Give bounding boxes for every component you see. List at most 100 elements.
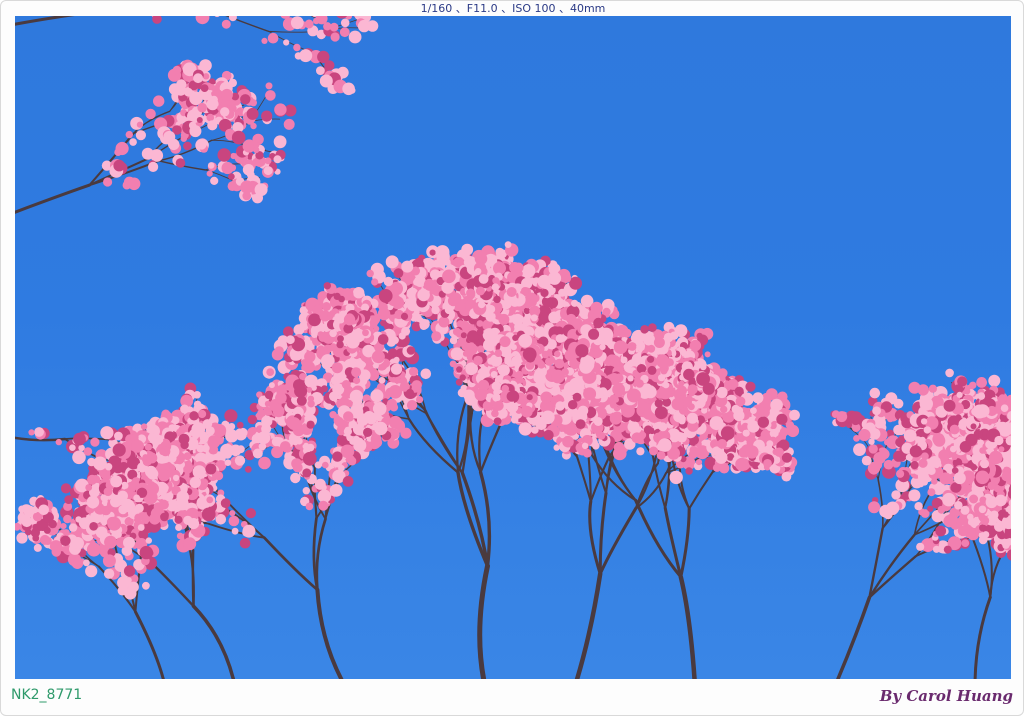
blossom (419, 322, 428, 330)
blossom (406, 400, 418, 411)
blossom (476, 328, 484, 336)
blossom (304, 351, 316, 363)
blossom (409, 367, 419, 377)
branch (262, 536, 319, 592)
blossom (378, 302, 388, 312)
blossom (456, 366, 463, 373)
branch (973, 595, 992, 679)
blossom (669, 470, 683, 485)
blossom (323, 282, 331, 290)
blossom (435, 245, 450, 260)
blossom (438, 316, 450, 328)
branch (315, 587, 344, 679)
branch (679, 507, 691, 579)
blossom (423, 279, 436, 291)
branch (664, 459, 671, 509)
blossom (334, 313, 341, 320)
blossom (491, 283, 500, 292)
blossom (274, 346, 284, 356)
blossom (377, 334, 389, 345)
blossom (416, 396, 424, 404)
blossom (385, 255, 399, 269)
blossom (504, 241, 512, 249)
cherry-blossom-tree-icon (15, 16, 1011, 679)
blossom (558, 288, 567, 297)
blossom (353, 287, 365, 299)
blossom (513, 262, 524, 273)
branch (688, 471, 714, 510)
branch (191, 604, 236, 679)
branch (634, 498, 683, 579)
blossom (540, 288, 549, 298)
branch (678, 574, 697, 679)
blossom (308, 313, 321, 327)
blossom (450, 292, 462, 304)
blossom (429, 249, 436, 256)
blossom (372, 362, 379, 369)
blossom (336, 340, 344, 349)
blossom (458, 339, 466, 347)
blossom (529, 299, 537, 307)
branch (651, 454, 667, 509)
blossom (452, 327, 461, 336)
blossom (390, 363, 403, 375)
blossom (401, 260, 414, 273)
blossom (486, 304, 496, 314)
branch (133, 610, 165, 679)
blossom (286, 335, 295, 345)
blossom (466, 288, 476, 298)
blossom (391, 336, 399, 345)
photo-frame: 1/160 、F11.0 、ISO 100 、40mm NK2_8771 By … (0, 0, 1024, 716)
blossom (431, 305, 440, 315)
blossom (329, 329, 337, 338)
blossom (406, 388, 414, 397)
branch (15, 16, 75, 26)
blossom (293, 324, 305, 336)
blossom (695, 459, 703, 466)
blossom (322, 302, 331, 311)
blossom (378, 377, 386, 384)
blossom (338, 295, 345, 303)
blossom (431, 331, 442, 342)
blossom (521, 287, 529, 295)
blossom (475, 286, 485, 296)
blossom (406, 346, 416, 355)
blossom (393, 268, 404, 279)
blossom (442, 269, 456, 284)
branch (598, 506, 638, 576)
blossom (444, 305, 454, 315)
blossom (344, 313, 355, 323)
blossom (449, 336, 458, 345)
blossom (420, 368, 432, 380)
blossom (380, 319, 387, 327)
blossom (371, 278, 379, 286)
photo-area (15, 16, 1011, 679)
blossom (317, 331, 324, 338)
blossom (441, 281, 455, 294)
blossom (476, 320, 484, 327)
blossom (371, 350, 385, 364)
blossom (378, 289, 393, 303)
blossom (537, 274, 551, 289)
blossom (366, 269, 374, 278)
blossom (685, 467, 693, 475)
branch (315, 517, 327, 592)
blossom (388, 348, 398, 358)
branch (588, 499, 602, 576)
blossom (401, 326, 411, 336)
branch (574, 571, 603, 679)
branch (477, 563, 490, 679)
blossom (413, 278, 420, 286)
blossom (511, 313, 524, 326)
branch (634, 471, 668, 510)
blossom (464, 342, 478, 356)
blossom (478, 274, 489, 284)
blossom (350, 330, 361, 341)
blossom (400, 312, 409, 320)
branch (15, 183, 91, 214)
branch (836, 595, 872, 679)
blossom (393, 356, 400, 363)
blossom (459, 374, 466, 381)
branch (152, 563, 195, 608)
exif-caption: 1/160 、F11.0 、ISO 100 、40mm (420, 2, 606, 15)
